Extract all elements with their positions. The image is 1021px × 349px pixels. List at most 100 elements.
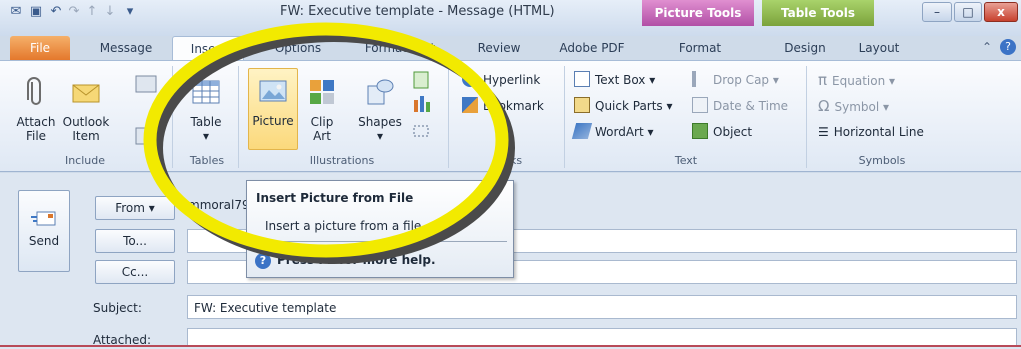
save-icon[interactable]: ▣ <box>28 4 44 20</box>
tab-adobe-pdf[interactable]: Adobe PDF <box>546 36 638 60</box>
bookmark-button[interactable]: Bookmark <box>462 96 544 116</box>
send-button[interactable]: Send <box>18 190 70 272</box>
tab-insert[interactable]: Insert <box>172 36 244 60</box>
drop-cap-icon <box>692 71 708 87</box>
tooltip-divider <box>255 241 507 242</box>
business-card-icon[interactable] <box>132 72 162 162</box>
help-circle-icon: ? <box>255 253 271 269</box>
group-label-include: Include <box>64 154 106 167</box>
horizontal-line-label: Horizontal Line <box>833 125 924 139</box>
divider-line <box>0 345 1021 347</box>
tab-format-text[interactable]: Format Text <box>350 36 450 60</box>
shapes-dropdown-icon: ▾ <box>376 129 384 143</box>
attach-file-label-2: File <box>25 129 47 143</box>
picture-tools-label: Picture Tools <box>642 0 754 26</box>
table-tools-label: Table Tools <box>762 0 874 26</box>
wordart-icon <box>571 123 593 139</box>
wordart-label: WordArt <box>595 125 644 139</box>
group-label-links: Links <box>493 154 523 167</box>
tab-format[interactable]: Format <box>662 36 738 60</box>
help-icon[interactable]: ? <box>1000 39 1016 55</box>
quick-parts-button[interactable]: Quick Parts ▾ <box>574 96 673 116</box>
equation-label: Equation <box>832 74 886 88</box>
object-icon <box>692 123 708 139</box>
group-label-illustrations: Illustrations <box>309 154 375 167</box>
object-label: Object <box>713 125 753 139</box>
hyperlink-button[interactable]: Hyperlink <box>462 70 540 90</box>
to-button[interactable]: To... <box>95 229 175 253</box>
tooltip-help: ? Press F1 for more help. <box>255 253 436 269</box>
redo-icon[interactable]: ↷ <box>66 4 82 20</box>
tooltip-title: Insert Picture from File <box>256 191 414 205</box>
tab-design[interactable]: Design <box>770 36 840 60</box>
window-title: FW: Executive template - Message (HTML) <box>280 4 555 19</box>
smartart-chart-screenshot-icons[interactable] <box>410 70 434 150</box>
shapes-label: Shapes <box>358 115 402 129</box>
outlook-item-label-2: Item <box>72 129 100 143</box>
picture-icon <box>259 80 287 102</box>
minimize-button[interactable]: – <box>922 2 952 22</box>
group-label-tables: Tables <box>189 154 225 167</box>
globe-link-icon <box>462 71 478 87</box>
group-separator <box>806 66 807 168</box>
bookmark-icon <box>462 97 478 113</box>
close-button[interactable]: x <box>984 2 1018 22</box>
date-time-label: Date & Time <box>713 99 789 113</box>
from-label: From <box>115 201 145 215</box>
outlook-item-button[interactable]: Outlook Item <box>62 76 110 143</box>
bookmark-label: Bookmark <box>483 99 544 113</box>
from-button[interactable]: From ▾ <box>95 196 175 220</box>
subject-value: FW: Executive template <box>194 301 337 315</box>
object-button[interactable]: Object <box>692 122 752 142</box>
text-box-button[interactable]: Text Box ▾ <box>574 70 655 90</box>
horizontal-line-button[interactable]: ☰ Horizontal Line <box>818 122 924 142</box>
group-label-text: Text <box>674 154 698 167</box>
group-separator <box>172 66 173 168</box>
cc-button[interactable]: Cc... <box>95 260 175 284</box>
wordart-button[interactable]: WordArt ▾ <box>571 122 654 142</box>
calendar-icon <box>692 97 708 113</box>
equation-button[interactable]: π Equation ▾ <box>818 70 895 90</box>
customize-qat-icon[interactable]: ▾ <box>122 4 138 20</box>
tab-file[interactable]: File <box>10 36 70 60</box>
drop-cap-button[interactable]: Drop Cap ▾ <box>692 70 779 90</box>
tooltip: Insert Picture from File Insert a pictur… <box>246 180 514 278</box>
table-button[interactable]: Table ▾ <box>182 76 230 143</box>
up-arrow-icon[interactable]: ↑ <box>84 4 100 20</box>
text-box-icon <box>574 71 590 87</box>
collapse-ribbon-icon[interactable]: ⌃ <box>982 40 992 54</box>
table-label: Table <box>190 115 222 129</box>
tab-review[interactable]: Review <box>462 36 536 60</box>
shapes-button[interactable]: Shapes ▾ <box>354 76 406 143</box>
down-arrow-icon[interactable]: ↓ <box>102 4 118 20</box>
attach-file-label-1: Attach <box>16 115 56 129</box>
symbol-label: Symbol <box>834 100 880 114</box>
maximize-button[interactable]: □ <box>954 2 982 22</box>
from-value: mmoral79 <box>188 198 250 212</box>
paperclip-icon <box>27 77 41 105</box>
symbol-button[interactable]: Ω Symbol ▾ <box>818 96 889 116</box>
group-separator <box>448 66 449 168</box>
picture-button[interactable]: Picture <box>248 68 298 150</box>
envelope-icon <box>72 84 100 103</box>
tab-message[interactable]: Message <box>86 36 166 60</box>
date-time-button[interactable]: Date & Time <box>692 96 788 116</box>
outlook-icon[interactable]: ✉ <box>8 4 24 20</box>
clip-art-label-1: Clip <box>310 115 334 129</box>
group-separator <box>238 66 239 168</box>
undo-icon[interactable]: ↶ <box>48 4 64 20</box>
clip-art-button[interactable]: Clip Art <box>302 76 342 143</box>
horizontal-line-icon: ☰ <box>818 125 829 139</box>
quick-parts-label: Quick Parts <box>595 99 663 113</box>
omega-icon: Ω <box>818 97 830 115</box>
attach-file-button[interactable]: Attach File <box>16 76 56 143</box>
attached-field[interactable] <box>187 328 1017 346</box>
shapes-icon <box>367 79 394 105</box>
tab-options[interactable]: Options <box>256 36 340 60</box>
hyperlink-label: Hyperlink <box>483 73 541 87</box>
outlook-item-label-1: Outlook <box>62 115 110 129</box>
send-envelope-icon <box>31 211 56 226</box>
tab-layout[interactable]: Layout <box>846 36 912 60</box>
clip-art-icon <box>310 80 334 104</box>
tooltip-help-text: Press F1 for more help. <box>277 253 436 267</box>
